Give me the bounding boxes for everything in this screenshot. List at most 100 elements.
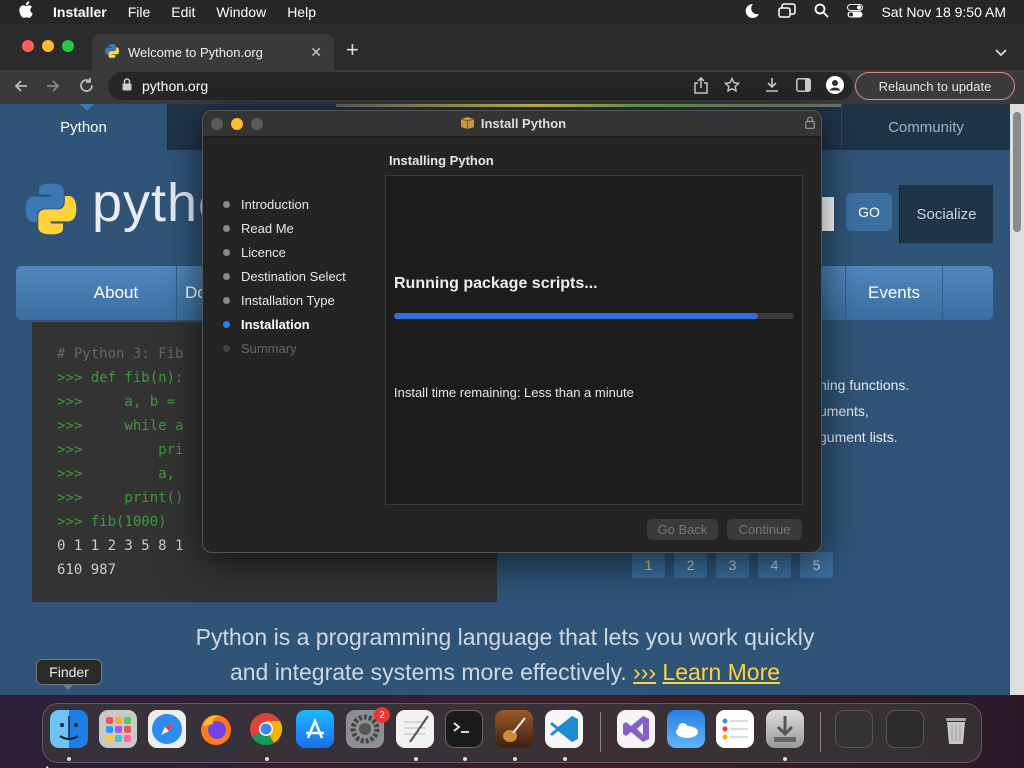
pagination-page-3[interactable]: 3 (715, 551, 750, 579)
installer-title: Install Python (480, 116, 567, 131)
moon-icon[interactable] (744, 3, 760, 22)
step-bullet-icon (223, 297, 230, 304)
minimized-window-thumbnail-icon[interactable] (835, 710, 873, 748)
code-line: 610 987 (57, 562, 117, 578)
finder-icon[interactable] (50, 710, 88, 748)
installer-window: Install Python Installing Python Introdu… (202, 110, 822, 553)
main-nav-events[interactable]: Events (845, 266, 943, 320)
lock-icon[interactable] (122, 78, 132, 94)
firefox-icon[interactable] (197, 710, 235, 748)
browser-close-button[interactable] (22, 40, 34, 52)
top-nav-python-label: Python (60, 118, 107, 136)
tagline-text: and integrate systems more effectively. (229, 659, 627, 685)
minimized-window-thumbnail-icon[interactable] (886, 710, 924, 748)
trash-icon[interactable] (937, 710, 975, 748)
safari-icon[interactable] (148, 710, 186, 748)
url-text: python.org (142, 78, 209, 94)
running-app-indicator (783, 757, 787, 761)
pagination-page-1[interactable]: 1 (631, 551, 666, 579)
visual-studio-icon[interactable] (617, 710, 655, 748)
installer-app-icon[interactable] (766, 710, 804, 748)
socialize-button[interactable]: Socialize (899, 185, 993, 243)
python-logo-icon[interactable] (22, 180, 80, 243)
top-nav-community-label: Community (888, 118, 964, 136)
reload-icon[interactable] (78, 77, 95, 99)
garageband-icon[interactable] (495, 710, 533, 748)
pagination-page-4[interactable]: 4 (757, 551, 792, 579)
side-panel-icon[interactable] (796, 78, 811, 97)
download-icon[interactable] (764, 77, 780, 98)
installer-title-bar: Install Python (203, 111, 821, 137)
step-installation-type: Installation Type (223, 293, 335, 308)
top-nav-community-tab[interactable]: Community (841, 104, 1010, 150)
dock-tooltip: Finder (36, 659, 102, 685)
continue-button[interactable]: Continue (727, 519, 802, 540)
installer-close-button[interactable] (211, 118, 223, 130)
menu-app-name[interactable]: Installer (53, 4, 107, 20)
share-icon[interactable] (694, 76, 708, 97)
browser-tab[interactable]: Welcome to Python.org ✕ (92, 34, 334, 70)
mouse-cursor-icon (45, 760, 54, 768)
weather-icon[interactable] (667, 710, 705, 748)
clock[interactable]: Sat Nov 18 9:50 AM (881, 4, 1006, 20)
page-2-label: 2 (686, 557, 695, 573)
screen-mirroring-icon[interactable] (778, 2, 797, 22)
chrome-icon[interactable] (247, 710, 285, 748)
bookmark-star-icon[interactable] (723, 76, 741, 96)
textedit-icon[interactable] (396, 710, 434, 748)
page-3-label: 3 (728, 557, 737, 573)
launchpad-icon[interactable] (99, 710, 137, 748)
step-label: Read Me (241, 221, 294, 236)
installer-minimize-button[interactable] (231, 118, 243, 130)
search-icon[interactable] (814, 3, 830, 21)
back-arrow-icon[interactable] (13, 78, 29, 99)
search-go-button[interactable]: GO (846, 193, 892, 231)
running-app-indicator (563, 757, 567, 761)
browser-minimize-button[interactable] (42, 40, 54, 52)
tab-search-chevron-down-icon[interactable] (995, 44, 1007, 62)
menu-file[interactable]: File (128, 4, 151, 20)
step-destination-select: Destination Select (223, 269, 346, 284)
menu-edit[interactable]: Edit (171, 4, 195, 20)
dock-divider (600, 712, 601, 752)
learn-more-arrows-icon[interactable]: ››› (633, 659, 656, 685)
step-licence: Licence (223, 245, 286, 260)
pagination-page-5[interactable]: 5 (799, 551, 834, 579)
menu-window[interactable]: Window (216, 4, 266, 20)
installer-zoom-button[interactable] (251, 118, 263, 130)
page-scrollbar-thumb[interactable] (1013, 112, 1021, 232)
browser-zoom-button[interactable] (62, 40, 74, 52)
description-line: ning functions. (819, 377, 910, 393)
running-app-indicator (463, 757, 467, 761)
nav-color-stripe (336, 104, 841, 107)
learn-more-link[interactable]: Learn More (662, 659, 780, 685)
menu-help[interactable]: Help (287, 4, 316, 20)
control-center-icon[interactable] (847, 3, 864, 21)
main-nav-about-label: About (93, 283, 139, 302)
vscode-icon[interactable] (545, 710, 583, 748)
step-label: Destination Select (241, 269, 346, 284)
reminders-icon[interactable] (716, 710, 754, 748)
install-status-text: Running package scripts... (394, 275, 598, 292)
dock-divider (820, 712, 821, 752)
tab-close-icon[interactable]: ✕ (310, 44, 322, 61)
apple-icon[interactable] (18, 1, 33, 23)
step-bullet-icon (223, 273, 230, 280)
step-label: Introduction (241, 197, 309, 212)
go-back-button[interactable]: Go Back (647, 519, 718, 540)
terminal-icon[interactable] (445, 710, 483, 748)
address-bar[interactable]: python.org (108, 72, 853, 100)
tagline-line-2: and integrate systems more effectively. … (0, 659, 1010, 686)
forward-arrow-icon[interactable] (45, 78, 61, 99)
app-store-icon[interactable] (296, 710, 334, 748)
settings-notification-badge: 2 (374, 707, 390, 723)
install-progress-panel: Running package scripts... Install time … (385, 175, 803, 505)
search-input[interactable] (822, 197, 834, 231)
running-app-indicator (67, 757, 71, 761)
relaunch-to-update-button[interactable]: Relaunch to update (855, 72, 1015, 100)
new-tab-button[interactable]: + (346, 37, 359, 63)
profile-icon[interactable] (826, 76, 844, 99)
pagination-page-2[interactable]: 2 (673, 551, 708, 579)
search-go-label: GO (858, 204, 880, 220)
main-nav-events-label: Events (868, 283, 920, 302)
